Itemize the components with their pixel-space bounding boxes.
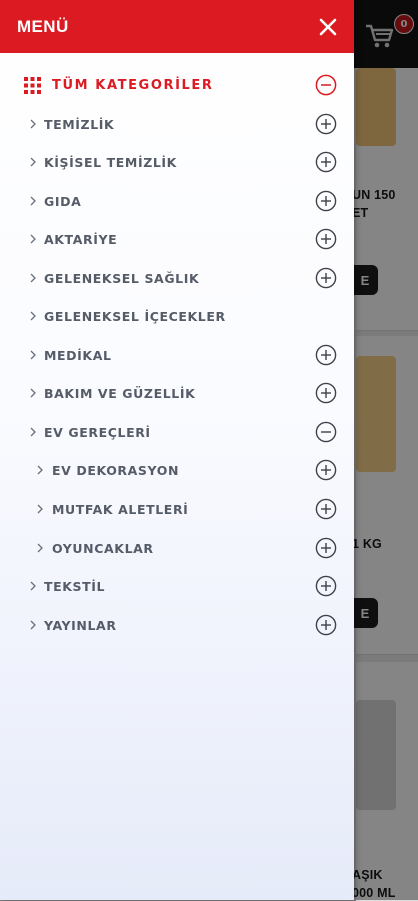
menu-item-bakim-ve-guzellik[interactable]: BAKIM VE GÜZELLİK (0, 374, 354, 412)
chevron-right-icon (30, 350, 36, 360)
plus-circle-icon[interactable] (315, 267, 337, 289)
menu-item-tekstil[interactable]: TEKSTİL (0, 567, 354, 605)
plus-circle-icon[interactable] (315, 151, 337, 173)
menu-item-temizlik[interactable]: TEMİZLİK (0, 105, 354, 143)
menu-item-label: BAKIM VE GÜZELLİK (44, 385, 196, 401)
minus-circle-icon[interactable] (315, 74, 337, 96)
menu-item-ev-gerecleri[interactable]: EV GEREÇLERİ (0, 413, 354, 451)
submenu-item-mutfak-aletleri[interactable]: MUTFAK ALETLERİ (0, 490, 354, 528)
chevron-right-icon (30, 427, 36, 437)
menu-item-yayinlar[interactable]: YAYINLAR (0, 606, 354, 644)
submenu-item-ev-dekorasyon[interactable]: EV DEKORASYON (0, 451, 354, 489)
chevron-right-icon (37, 543, 43, 553)
plus-circle-icon[interactable] (315, 614, 337, 636)
plus-circle-icon[interactable] (315, 498, 337, 520)
chevron-right-icon (30, 234, 36, 244)
chevron-right-icon (30, 196, 36, 206)
all-categories-label: TÜM KATEGORİLER (52, 77, 214, 93)
menu-item-label: MEDİKAL (44, 347, 112, 363)
close-button[interactable] (316, 15, 340, 39)
chevron-right-icon (30, 119, 36, 129)
chevron-right-icon (37, 465, 43, 475)
chevron-right-icon (30, 581, 36, 591)
grid-icon (24, 76, 41, 94)
plus-circle-icon[interactable] (315, 190, 337, 212)
submenu-item-label: MUTFAK ALETLERİ (52, 501, 189, 517)
plus-circle-icon[interactable] (315, 459, 337, 481)
chevron-right-icon (37, 504, 43, 514)
submenu-item-label: EV DEKORASYON (52, 462, 180, 478)
submenu-item-oyuncaklar[interactable]: OYUNCAKLAR (0, 529, 354, 567)
plus-circle-icon[interactable] (315, 537, 337, 559)
menu-item-label: TEMİZLİK (44, 116, 115, 132)
close-icon (319, 18, 337, 35)
menu-item-label: YAYINLAR (44, 617, 117, 633)
menu-item-label: EV GEREÇLERİ (44, 424, 151, 440)
menu-item-label: GELENEKSEL SAĞLIK (44, 270, 200, 286)
menu-item-label: GIDA (44, 193, 82, 209)
plus-circle-icon[interactable] (315, 344, 337, 366)
side-menu-drawer: MENÜ TÜM KATEGORİLER TEMİZLİK KİŞİSEL TE… (0, 0, 354, 900)
chevron-right-icon (30, 388, 36, 398)
menu-title: MENÜ (17, 16, 69, 36)
plus-circle-icon[interactable] (315, 113, 337, 135)
plus-circle-icon[interactable] (315, 575, 337, 597)
menu-item-aktariye[interactable]: AKTARİYE (0, 220, 354, 258)
minus-circle-icon[interactable] (315, 421, 337, 443)
chevron-right-icon (30, 273, 36, 283)
menu-item-label: AKTARİYE (44, 231, 118, 247)
drawer-header: MENÜ (0, 0, 354, 53)
menu-item-label: KİŞİSEL TEMİZLİK (44, 154, 177, 170)
menu-item-geleneksel-saglik[interactable]: GELENEKSEL SAĞLIK (0, 259, 354, 297)
plus-circle-icon[interactable] (315, 382, 337, 404)
chevron-right-icon (30, 620, 36, 630)
menu-item-geleneksel-icecekler[interactable]: GELENEKSEL İÇECEKLER (0, 297, 354, 335)
plus-circle-icon[interactable] (315, 228, 337, 250)
menu-item-gida[interactable]: GIDA (0, 182, 354, 220)
menu-item-label: GELENEKSEL İÇECEKLER (44, 308, 226, 324)
menu-item-medikal[interactable]: MEDİKAL (0, 336, 354, 374)
menu-item-label: TEKSTİL (44, 578, 106, 594)
all-categories-row[interactable]: TÜM KATEGORİLER (0, 66, 354, 104)
chevron-right-icon (30, 311, 36, 321)
chevron-right-icon (30, 157, 36, 167)
submenu-item-label: OYUNCAKLAR (52, 540, 154, 556)
menu-item-kisisel-temizlik[interactable]: KİŞİSEL TEMİZLİK (0, 143, 354, 181)
